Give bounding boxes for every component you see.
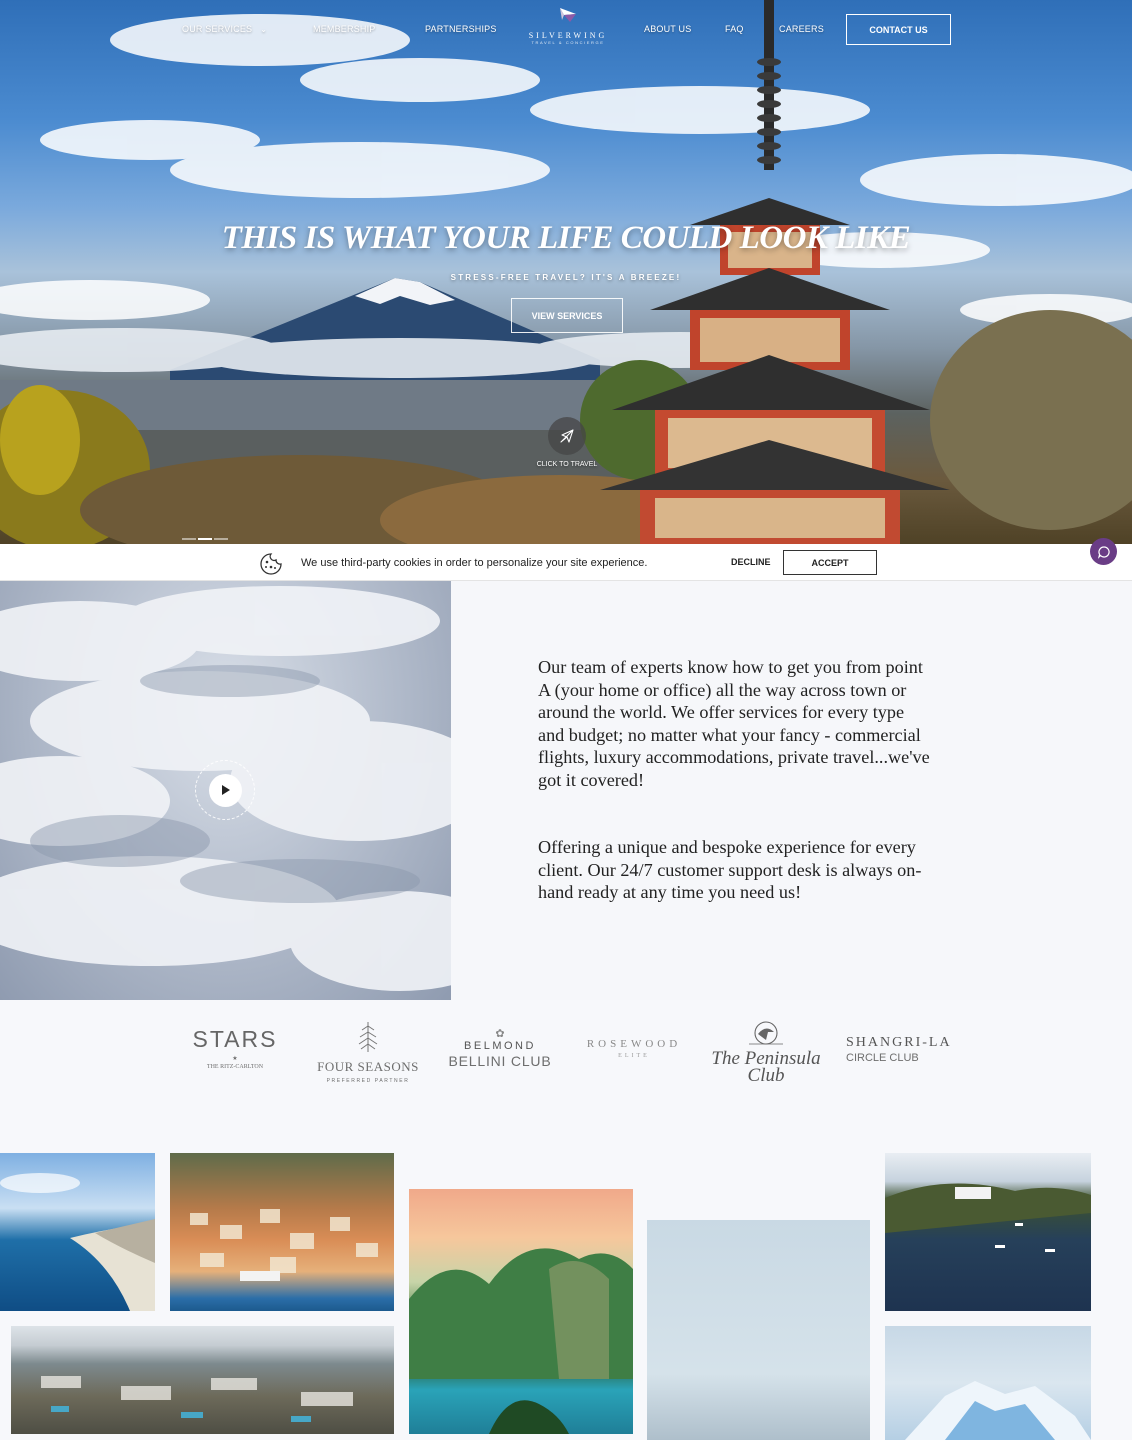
harbor-image <box>885 1183 1091 1252</box>
partner-logo-shangri-la: SHANGRI-LA CIRCLE CLUB <box>842 1035 956 1064</box>
hero-subtitle: STRESS-FREE TRAVEL? IT'S A BREEZE! <box>450 273 682 282</box>
about-paragraph-1: Our team of experts know how to get you … <box>538 657 930 790</box>
resort-aerial-image <box>41 1376 353 1422</box>
click-to-travel-label: CLICK TO TRAVEL <box>536 461 598 468</box>
partner-peninsula-sub: Club <box>747 1065 785 1086</box>
partner-logo-belmond: ✿ BELMOND BELLINI CLUB <box>444 1027 556 1069</box>
partner-four-seasons-sub: PREFERRED PARTNER <box>326 1078 410 1084</box>
gallery-tile-hillside-town[interactable] <box>170 1153 394 1311</box>
hillside-town-image <box>190 1209 378 1281</box>
partner-logo-peninsula: The Peninsula Club <box>710 1020 822 1085</box>
nav-partnerships[interactable]: PARTNERSHIPS <box>425 24 497 34</box>
slider-indicator[interactable] <box>182 538 238 541</box>
tropical-bay-image <box>409 1248 633 1434</box>
partner-rosewood-name: ROSEWOOD <box>586 1038 682 1050</box>
partners-strip: STARS ★ THE RITZ-CARLTON FOUR SEASONS PR… <box>0 1000 1132 1140</box>
partner-belmond-sub: BELLINI CLUB <box>448 1053 552 1069</box>
accept-cookies-button[interactable]: ACCEPT <box>783 550 877 575</box>
play-button-circle <box>208 773 242 807</box>
nav-our-services[interactable]: OUR SERVICES ⌄ <box>182 24 267 34</box>
gallery-tile-tropical-bay[interactable] <box>409 1189 633 1434</box>
site-logo[interactable]: SILVERWING TRAVEL & CONCIERGE <box>524 6 612 45</box>
page: OUR SERVICES ⌄ MEMBERSHIP PARTNERSHIPS SI… <box>0 0 1132 1440</box>
tree-icon <box>358 1022 378 1052</box>
cookie-icon <box>260 553 282 575</box>
decline-cookies-button[interactable]: DECLINE <box>731 557 771 567</box>
gallery-tile-iceberg[interactable] <box>885 1326 1091 1440</box>
nav-about-us[interactable]: ABOUT US <box>644 24 691 34</box>
hero-title: THIS IS WHAT YOUR LIFE COULD LOOK LIKE <box>221 220 911 256</box>
star-icon: ★ <box>232 1056 238 1062</box>
contact-us-button[interactable]: CONTACT US <box>846 14 951 45</box>
play-video-button[interactable] <box>195 760 255 820</box>
partner-logo-stars: STARS ★ THE RITZ-CARLTON <box>180 1026 290 1070</box>
nav-membership[interactable]: MEMBERSHIP <box>313 24 376 34</box>
nav-careers[interactable]: CAREERS <box>779 24 824 34</box>
chat-button[interactable] <box>1090 538 1117 565</box>
partner-logo-four-seasons: FOUR SEASONS PREFERRED PARTNER <box>312 1020 424 1084</box>
chevron-down-icon: ⌄ <box>260 25 268 34</box>
gallery-tile-coastline[interactable] <box>0 1153 155 1311</box>
coastline-image <box>0 1173 155 1311</box>
paper-plane-icon <box>560 429 574 443</box>
play-icon <box>222 785 230 795</box>
about-paragraph-2: Offering a unique and bespoke experience… <box>538 837 922 903</box>
cookie-banner: We use third-party cookies in order to p… <box>0 544 1132 581</box>
main-navigation: OUR SERVICES ⌄ MEMBERSHIP PARTNERSHIPS SI… <box>0 0 1132 60</box>
video-thumbnail[interactable] <box>0 581 451 1000</box>
partner-belmond-name: BELMOND <box>464 1040 536 1052</box>
view-services-button[interactable]: VIEW SERVICES <box>511 298 623 333</box>
silverwing-logo-icon <box>560 8 576 22</box>
partner-rosewood-sub: ELITE <box>618 1053 650 1059</box>
belmond-emblem-icon: ✿ <box>495 1028 505 1040</box>
logo-wordmark: SILVERWING <box>528 31 608 40</box>
partner-shangri-la-sub: CIRCLE CLUB <box>846 1052 919 1064</box>
nav-faq[interactable]: FAQ <box>725 24 744 34</box>
destination-gallery <box>0 1140 1132 1440</box>
partner-logo-rosewood: ROSEWOOD ELITE <box>578 1038 690 1059</box>
partner-stars-sub: THE RITZ-CARLTON <box>206 1064 264 1070</box>
click-to-travel-button[interactable] <box>548 417 586 455</box>
gallery-tile-resort-aerial[interactable] <box>11 1326 394 1434</box>
hero-section: OUR SERVICES ⌄ MEMBERSHIP PARTNERSHIPS SI… <box>0 0 1132 544</box>
peninsula-emblem-icon <box>749 1021 783 1045</box>
cookie-message: We use third-party cookies in order to p… <box>301 557 648 569</box>
partner-shangri-la-name: SHANGRI-LA <box>846 1035 952 1050</box>
iceberg-image <box>905 1381 1091 1440</box>
about-section: Our team of experts know how to get you … <box>451 581 1132 1000</box>
nav-our-services-label: OUR SERVICES <box>182 24 253 34</box>
chat-bubble-icon <box>1097 545 1110 559</box>
partner-four-seasons-name: FOUR SEASONS <box>317 1059 419 1074</box>
gallery-tile-misty-sky[interactable] <box>647 1220 870 1440</box>
logo-tagline: TRAVEL & CONCIERGE <box>531 40 605 45</box>
gallery-tile-harbor[interactable] <box>885 1153 1091 1311</box>
partner-stars-name: STARS <box>192 1026 278 1052</box>
